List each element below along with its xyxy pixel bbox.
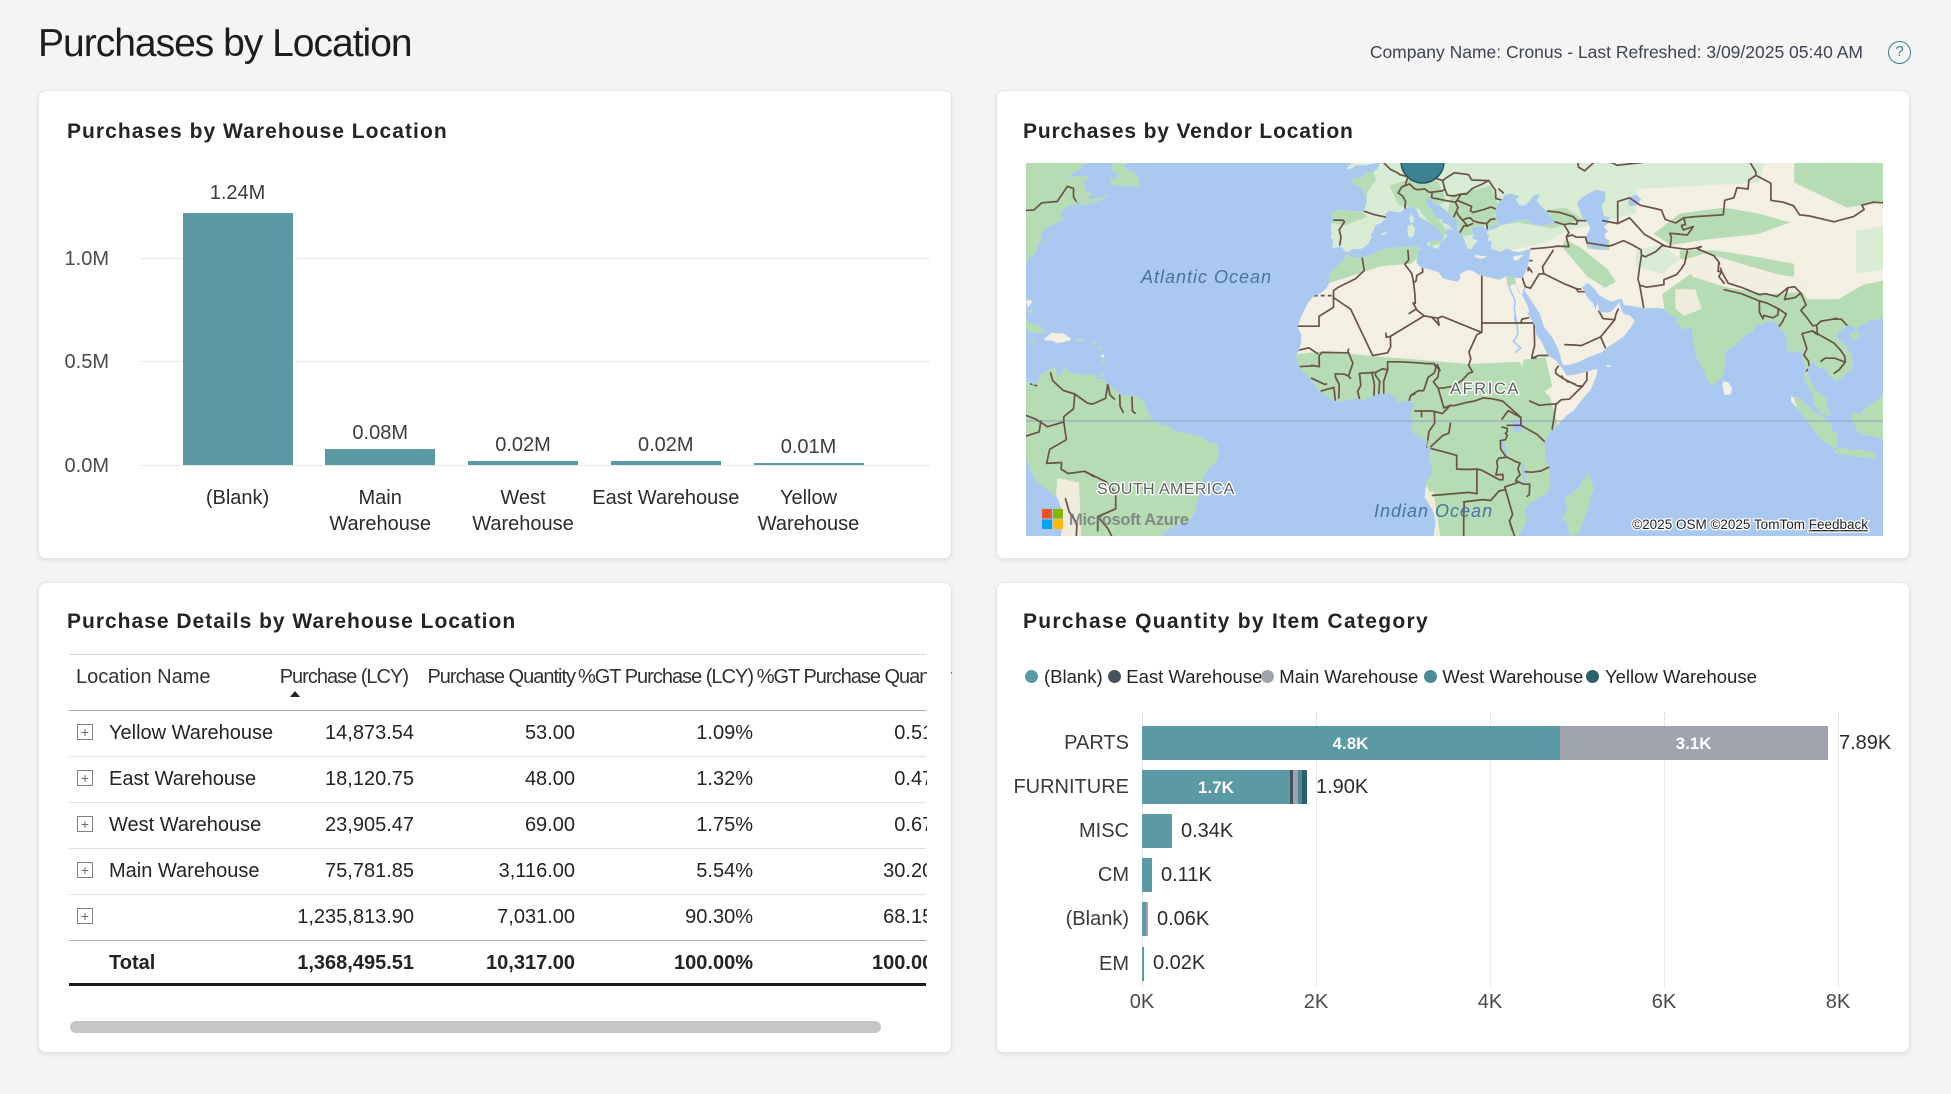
svg-text:Microsoft Azure: Microsoft Azure xyxy=(1069,511,1189,529)
svg-text:SOUTH AMERICA: SOUTH AMERICA xyxy=(1097,481,1235,498)
svg-text:AFRICA: AFRICA xyxy=(1450,380,1520,398)
svg-text:Atlantic Ocean: Atlantic Ocean xyxy=(1140,267,1272,287)
svg-text:Indian Ocean: Indian Ocean xyxy=(1374,501,1493,521)
svg-text:©2025 OSM ©2025 TomTom Feedb: ©2025 OSM ©2025 TomTom Feedback xyxy=(1632,517,1868,532)
